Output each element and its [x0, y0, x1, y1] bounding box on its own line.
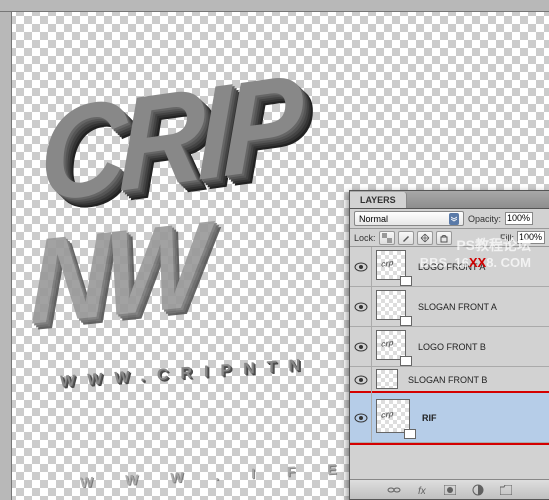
visibility-toggle[interactable] [350, 393, 372, 443]
logo-3d-b: NW [30, 195, 201, 353]
layers-bottom-bar: fx [350, 479, 549, 499]
lock-position-button[interactable] [417, 231, 433, 245]
layer-name: RIF [422, 413, 549, 423]
fill-value[interactable]: 100% [517, 231, 545, 244]
layers-panel: LAYERS Normal Opacity: 100% Lock: Fill: … [349, 190, 549, 500]
adjustment-layer-icon[interactable] [470, 483, 486, 497]
layer-mask-icon[interactable] [442, 483, 458, 497]
visibility-toggle[interactable] [350, 327, 372, 367]
opacity-label: Opacity: [468, 214, 501, 224]
layer-thumbnail[interactable]: crp [376, 330, 410, 364]
layer-name: LOGO FRONT A [418, 262, 549, 272]
tab-layers[interactable]: LAYERS [350, 192, 407, 208]
lock-row: Lock: Fill: 100% [350, 229, 549, 247]
layer-name: SLOGAN FRONT A [418, 302, 549, 312]
chevron-down-icon [449, 213, 459, 225]
panel-tab-bar: LAYERS [350, 191, 549, 209]
opacity-value[interactable]: 100% [505, 212, 533, 225]
layer-row[interactable]: crp LOGO FRONT A [350, 247, 549, 287]
layer-thumbnail[interactable] [376, 369, 400, 391]
svg-text:fx: fx [418, 486, 427, 496]
link-layers-icon[interactable] [386, 483, 402, 497]
layer-thumbnail[interactable]: crp [376, 250, 410, 284]
lock-pixels-button[interactable] [398, 231, 414, 245]
layer-row[interactable]: crp RIF [350, 393, 549, 443]
lock-transparency-button[interactable] [379, 231, 395, 245]
lock-label: Lock: [354, 233, 376, 243]
layer-name: LOGO FRONT B [418, 342, 549, 352]
layer-thumbnail[interactable] [376, 290, 410, 324]
ruler-left [0, 12, 12, 500]
selected-layer-highlight: crp RIF [350, 391, 549, 445]
visibility-toggle[interactable] [350, 247, 372, 287]
blend-mode-dropdown[interactable]: Normal [354, 211, 464, 226]
ruler-top [0, 0, 549, 12]
blend-opacity-row: Normal Opacity: 100% [350, 209, 549, 229]
fill-label: Fill: [500, 233, 514, 243]
layer-list: crp LOGO FRONT A SLOGAN FRONT A crp LOGO… [350, 247, 549, 477]
layer-thumbnail[interactable]: crp [376, 399, 414, 437]
layer-row[interactable]: SLOGAN FRONT B [350, 367, 549, 393]
slogan-a: WWW.CRIPNTN [60, 356, 312, 392]
layer-row[interactable]: crp LOGO FRONT B [350, 327, 549, 367]
lock-all-button[interactable] [436, 231, 452, 245]
layer-style-icon[interactable]: fx [414, 483, 430, 497]
blend-mode-value: Normal [359, 214, 388, 224]
layer-name: SLOGAN FRONT B [408, 375, 549, 385]
visibility-toggle[interactable] [350, 367, 372, 393]
group-icon[interactable] [498, 483, 514, 497]
layer-row[interactable]: SLOGAN FRONT A [350, 287, 549, 327]
visibility-toggle[interactable] [350, 287, 372, 327]
